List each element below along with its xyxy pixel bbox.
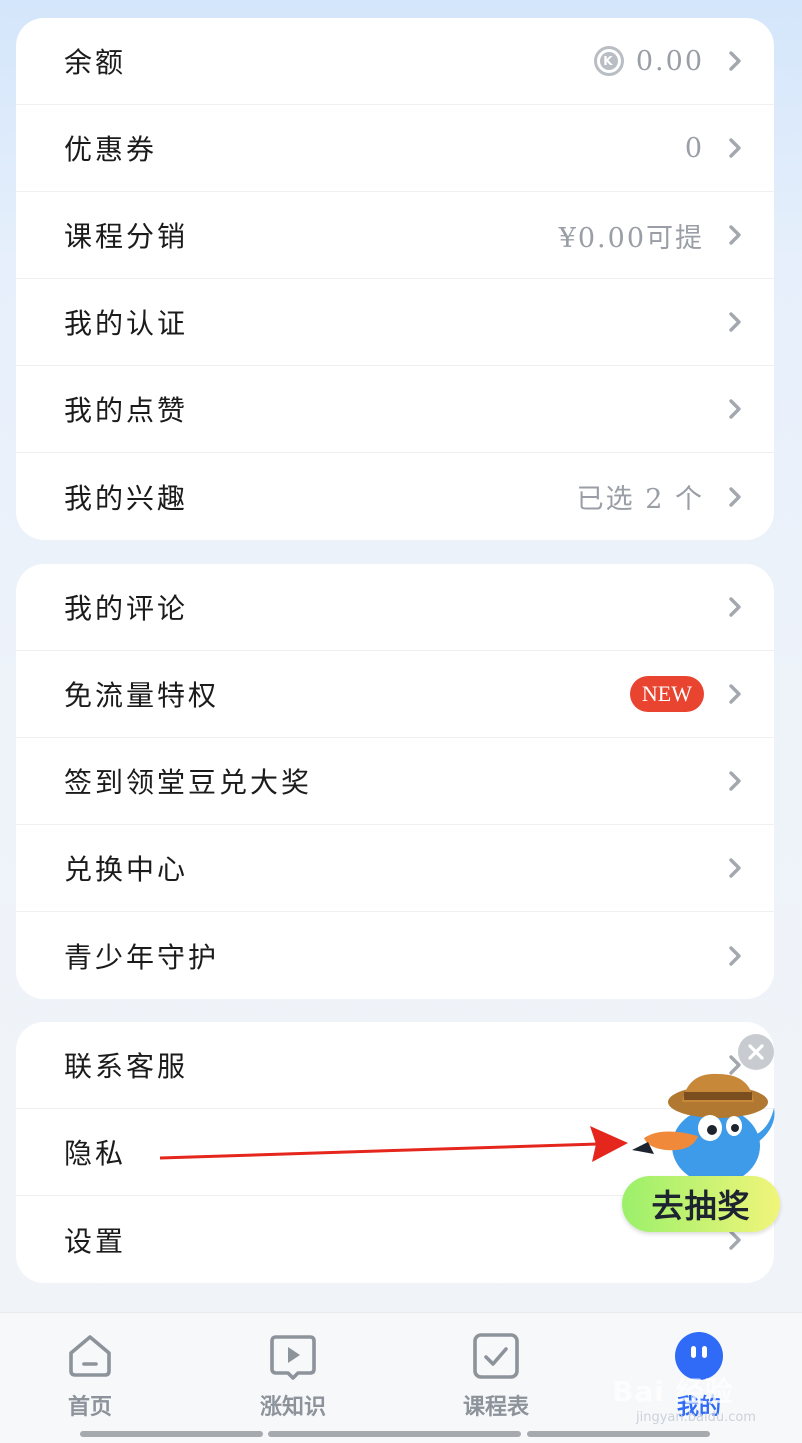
tab-schedule-label: 课程表 [462,1395,529,1420]
chevron-right-icon [729,486,741,507]
comments-row[interactable]: 我的评论 [16,564,774,651]
close-icon [748,1044,764,1060]
home-indicator [80,1431,263,1437]
chevron-right-icon [729,399,741,419]
lottery-widget[interactable]: 去抽奖 [618,1068,788,1238]
likes-row[interactable]: 我的点赞 [16,366,774,453]
balance-value: K 0.00 [593,46,704,77]
account-card: 余额 K 0.00 优惠券 0 课程分销 ¥0.00可提 我的认证 我的点赞 我… [16,18,774,540]
balance-row[interactable]: 余额 K 0.00 [16,18,774,105]
interests-row[interactable]: 我的兴趣 已选 2 个 [16,453,774,540]
tab-knowledge[interactable]: 涨知识 [223,1313,363,1433]
youth-label: 青少年守护 [64,940,220,974]
chevron-right-icon [729,51,741,71]
video-icon [270,1335,316,1380]
certification-row[interactable]: 我的认证 [16,279,774,366]
interests-label: 我的兴趣 [64,481,189,515]
chevron-right-icon [729,945,741,966]
comments-label: 我的评论 [64,592,189,625]
youth-row[interactable]: 青少年守护 [16,912,774,999]
chevron-right-icon [729,858,741,878]
tab-home[interactable]: 首页 [20,1313,160,1433]
tab-home-label: 首页 [67,1395,112,1420]
home-icon [69,1335,111,1377]
coin-icon: K [593,46,624,76]
exchange-row[interactable]: 兑换中心 [16,825,774,912]
chevron-right-icon [729,684,741,704]
distribution-value: ¥0.00可提 [558,222,704,254]
watermark: Bai 经验 [612,1375,734,1408]
lottery-label: 去抽奖 [622,1176,780,1232]
settings-label: 设置 [64,1224,127,1258]
coupons-label: 优惠券 [64,133,158,166]
chevron-right-icon [729,312,741,332]
checkin-row[interactable]: 签到领堂豆兑大奖 [16,738,774,825]
support-label: 联系客服 [64,1050,189,1083]
services-card: 我的评论 免流量特权 NEW 签到领堂豆兑大奖 兑换中心 青少年守护 [16,564,774,999]
annotation-arrow [159,1126,628,1162]
distribution-label: 课程分销 [64,220,189,253]
checkbox-icon [473,1333,519,1379]
checkin-label: 签到领堂豆兑大奖 [64,766,313,799]
chevron-right-icon [729,138,741,158]
privacy-label: 隐私 [64,1137,127,1170]
close-float-button[interactable] [738,1034,774,1070]
chevron-right-icon [729,225,741,245]
free-data-row[interactable]: 免流量特权 NEW [16,651,774,738]
chevron-right-icon [729,597,741,617]
interests-value: 已选 2 个 [576,484,704,515]
home-indicator [268,1431,521,1437]
mascot-icon [632,1073,775,1184]
free-data-label: 免流量特权 [64,679,220,712]
home-indicator [527,1431,710,1437]
distribution-row[interactable]: 课程分销 ¥0.00可提 [16,192,774,279]
coupons-row[interactable]: 优惠券 0 [16,105,774,192]
certification-label: 我的认证 [64,307,189,340]
chevron-right-icon [729,771,741,791]
balance-label: 余额 [64,46,127,79]
watermark-url: jingyan.baidu.com [636,1410,756,1425]
new-badge: NEW [629,676,704,712]
exchange-label: 兑换中心 [64,853,189,886]
coupons-value: 0 [684,132,704,164]
tab-knowledge-label: 涨知识 [259,1395,326,1420]
likes-label: 我的点赞 [64,394,189,427]
tab-schedule[interactable]: 课程表 [426,1313,566,1433]
